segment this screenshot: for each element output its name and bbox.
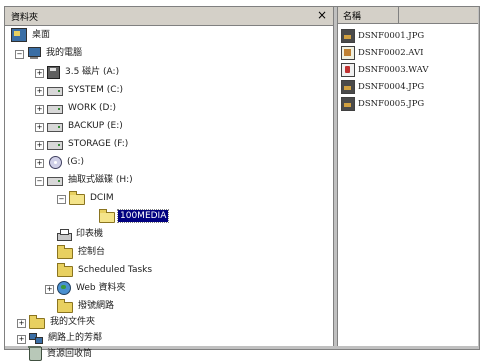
file-name: DSNF0003.WAV (358, 64, 429, 75)
tree-item-drive-e[interactable]: BACKUP (E:) (47, 118, 125, 134)
expand-toggle[interactable]: + (35, 123, 44, 132)
tree-item-label: STORAGE (F:) (68, 139, 129, 149)
folder-icon (29, 314, 45, 329)
tree-item-network-neighborhood[interactable]: 網路上的芳鄰 (29, 330, 104, 346)
tree-item-desktop[interactable]: 桌面 (11, 27, 52, 43)
drive-icon (47, 105, 63, 114)
file-item[interactable]: DSNF0005.JPG (341, 95, 476, 112)
control-panel-folder-icon (57, 244, 73, 259)
jpg-file-icon (341, 96, 355, 111)
tree-item-label: 3.5 磁片 (A:) (65, 67, 120, 77)
file-name: DSNF0005.JPG (358, 98, 425, 109)
cd-icon (49, 155, 62, 169)
expand-toggle[interactable]: + (17, 335, 26, 344)
tree-item-drive-g[interactable]: (G:) (49, 154, 86, 170)
folder-tree: 桌面 − 我的電腦 + 3.5 磁片 (A:) + SYSTEM (C:) + (5, 26, 333, 361)
file-item[interactable]: DSNF0004.JPG (341, 78, 476, 95)
column-header-name[interactable]: 名稱 (338, 7, 478, 24)
column-header-label: 名稱 (343, 12, 362, 22)
avi-file-icon (341, 45, 355, 60)
wav-file-icon (341, 62, 355, 77)
tree-item-label: 控制台 (78, 247, 106, 257)
expand-toggle[interactable]: + (35, 141, 44, 150)
network-folder-icon (57, 298, 73, 313)
tree-item-my-documents[interactable]: 我的文件夾 (29, 314, 97, 330)
tree-item-dialup-networking[interactable]: 撥號網路 (57, 298, 116, 314)
tree-item-my-computer[interactable]: 我的電腦 (27, 45, 84, 61)
tree-item-drive-f[interactable]: STORAGE (F:) (47, 136, 130, 152)
file-list-pane: 名稱 DSNF0001.JPG DSNF0002.AVI DSNF0003.WA… (337, 7, 478, 346)
floppy-icon (47, 65, 60, 79)
drive-icon (47, 123, 63, 132)
folders-pane-header: 資料夾 × (5, 7, 333, 26)
tree-item-dcim[interactable]: DCIM (69, 190, 116, 206)
tree-item-label: 網路上的芳鄰 (48, 333, 103, 343)
jpg-file-icon (341, 28, 355, 43)
file-item[interactable]: DSNF0003.WAV (341, 61, 476, 78)
tree-item-drive-d[interactable]: WORK (D:) (47, 100, 118, 116)
column-divider[interactable] (398, 7, 399, 23)
expand-toggle[interactable]: + (35, 87, 44, 96)
globe-icon (57, 281, 71, 295)
tree-item-label: Scheduled Tasks (78, 265, 153, 275)
network-icon (29, 332, 43, 344)
file-list: DSNF0001.JPG DSNF0002.AVI DSNF0003.WAV D… (341, 27, 476, 112)
tree-item-label: Web 資料夾 (76, 283, 126, 293)
tree-item-label: 我的電腦 (46, 48, 83, 58)
tree-item-label: 100MEDIA (116, 209, 170, 223)
tree-item-label: 抽取式磁碟 (H:) (68, 175, 133, 185)
expand-toggle[interactable]: + (17, 319, 26, 328)
collapse-toggle[interactable]: − (57, 195, 66, 204)
close-pane-button[interactable]: × (317, 8, 327, 22)
expand-toggle[interactable]: + (45, 285, 54, 294)
folders-pane: 資料夾 × 桌面 − 我的電腦 + 3.5 磁片 (A:) + SYSTEM (… (5, 7, 334, 361)
tree-item-label: 撥號網路 (78, 301, 115, 311)
drive-icon (47, 177, 63, 186)
recycle-bin-icon (28, 346, 42, 361)
tree-item-label: DCIM (90, 193, 114, 203)
tree-item-label: BACKUP (E:) (68, 121, 123, 131)
tree-item-printers[interactable]: 印表機 (57, 226, 105, 242)
tree-item-label: SYSTEM (C:) (68, 85, 124, 95)
tree-item-web-folders[interactable]: Web 資料夾 (57, 280, 127, 296)
tree-item-recycle-bin[interactable]: 資源回收筒 (28, 346, 94, 362)
tree-item-label: WORK (D:) (68, 103, 116, 113)
folder-icon (57, 262, 73, 277)
tree-item-floppy[interactable]: 3.5 磁片 (A:) (47, 64, 121, 80)
tree-item-control-panel[interactable]: 控制台 (57, 244, 107, 260)
folder-open-icon (99, 208, 115, 223)
tree-item-drive-c[interactable]: SYSTEM (C:) (47, 82, 125, 98)
file-item[interactable]: DSNF0001.JPG (341, 27, 476, 44)
drive-icon (47, 141, 63, 150)
tree-item-label: (G:) (67, 157, 85, 167)
tree-item-scheduled-tasks[interactable]: Scheduled Tasks (57, 262, 154, 278)
tree-item-label: 印表機 (76, 229, 104, 239)
folders-pane-title: 資料夾 (11, 13, 39, 23)
file-name: DSNF0001.JPG (358, 30, 425, 41)
folder-open-icon (69, 190, 85, 205)
computer-icon (27, 47, 41, 59)
drive-icon (47, 87, 63, 96)
tree-item-label: 我的文件夾 (50, 317, 96, 327)
tree-item-100media[interactable]: 100MEDIA (99, 208, 170, 224)
tree-item-removable-disk[interactable]: 抽取式磁碟 (H:) (47, 172, 135, 188)
desktop-icon (11, 28, 27, 42)
printer-folder-icon (57, 228, 72, 241)
expand-toggle[interactable]: + (35, 159, 44, 168)
collapse-toggle[interactable]: − (15, 50, 24, 59)
file-name: DSNF0004.JPG (358, 81, 425, 92)
file-item[interactable]: DSNF0002.AVI (341, 44, 476, 61)
file-name: DSNF0002.AVI (358, 47, 424, 58)
collapse-toggle[interactable]: − (35, 177, 44, 186)
tree-item-label: 桌面 (32, 30, 51, 40)
jpg-file-icon (341, 79, 355, 94)
tree-item-label: 資源回收筒 (47, 349, 93, 359)
explorer-window: 資料夾 × 桌面 − 我的電腦 + 3.5 磁片 (A:) + SYSTEM (… (0, 0, 482, 361)
expand-toggle[interactable]: + (35, 69, 44, 78)
expand-toggle[interactable]: + (35, 105, 44, 114)
